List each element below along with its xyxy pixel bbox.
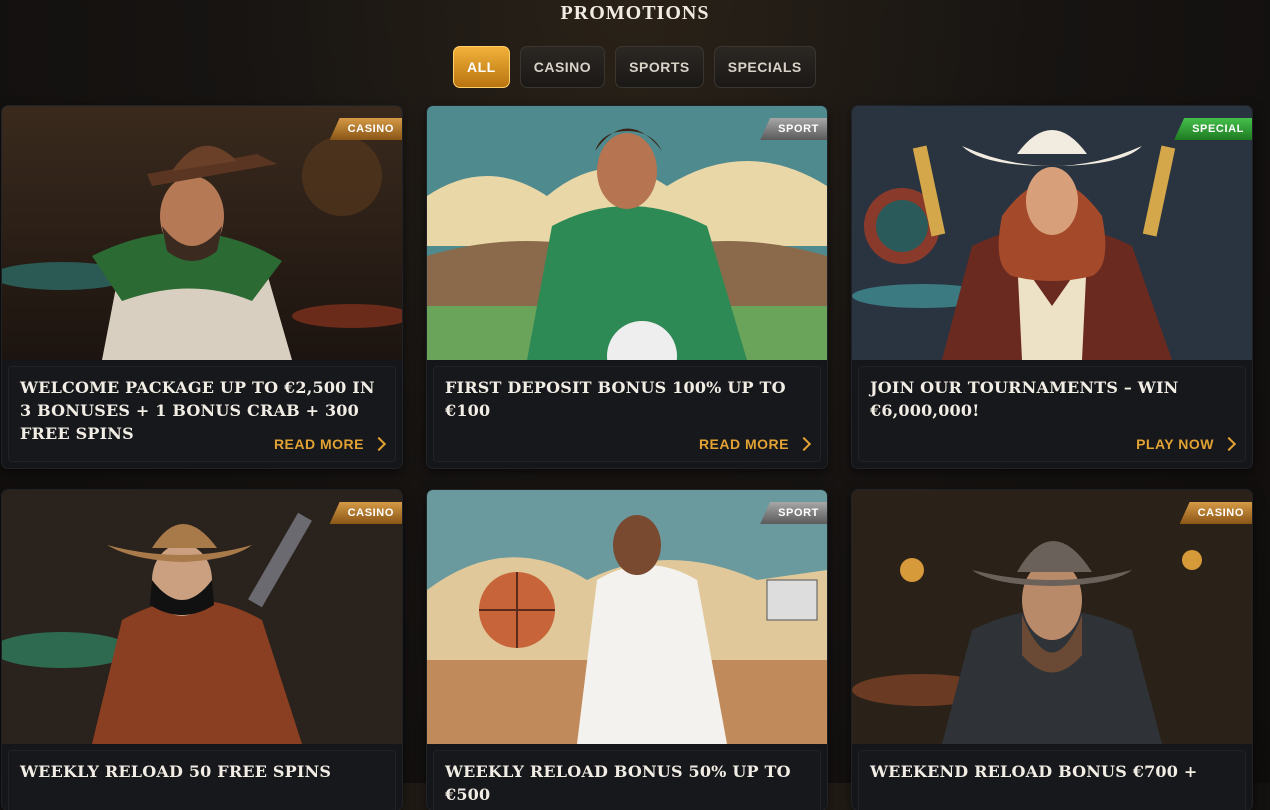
promotion-title: WEEKEND RELOAD BONUS €700 + <box>870 762 1198 781</box>
promotion-image-basketball: SPORT <box>427 490 827 744</box>
promotion-filters: ALL CASINO SPORTS SPECIALS <box>453 46 816 88</box>
chevron-right-icon <box>1221 436 1237 452</box>
promotion-title: WEEKLY RELOAD BONUS 50% UP TO €500 <box>445 762 791 804</box>
promotion-card-body: WEEKEND RELOAD BONUS €700 + <box>858 750 1246 810</box>
promotion-image-gunslinger: CASINO <box>852 490 1252 744</box>
promotion-card-body: WEEKLY RELOAD BONUS 50% UP TO €500 <box>433 750 821 810</box>
cta-label: READ MORE <box>698 436 789 452</box>
promotion-card-body: JOIN OUR TOURNAMENTS – WIN €6,000,000! P… <box>858 366 1246 462</box>
play-now-link[interactable]: PLAY NOW <box>1136 436 1237 452</box>
promotion-card[interactable]: CASINO WEEKEND RELOAD BONUS €700 + <box>852 490 1252 810</box>
casino-tag: CASINO <box>329 118 402 140</box>
sport-tag: SPORT <box>760 502 827 524</box>
casino-tag: CASINO <box>1179 502 1252 524</box>
promotion-card[interactable]: CASINO WELCOME PACKAGE UP TO €2,500 IN 3… <box>2 106 402 468</box>
casino-tag: CASINO <box>329 502 402 524</box>
filter-all-button[interactable]: ALL <box>453 46 510 88</box>
promotion-image-cowboy: CASINO <box>2 106 402 360</box>
promotion-card[interactable]: SPECIAL JOIN OUR TOURNAMENTS – WIN €6,00… <box>852 106 1252 468</box>
promotion-image-soccer: SPORT <box>427 106 827 360</box>
promotion-image-cowgirl: SPECIAL <box>852 106 1252 360</box>
promotion-card[interactable]: SPORT WEEKLY RELOAD BONUS 50% UP TO €500 <box>427 490 827 810</box>
promotion-card-body: FIRST DEPOSIT BONUS 100% UP TO €100 READ… <box>433 366 821 462</box>
promotion-card[interactable]: CASINO WEEKLY RELOAD 50 FREE SPINS <box>2 490 402 810</box>
promotion-title: FIRST DEPOSIT BONUS 100% UP TO €100 <box>445 378 786 420</box>
special-tag: SPECIAL <box>1174 118 1252 140</box>
filter-sports-button[interactable]: SPORTS <box>615 46 704 88</box>
sport-tag: SPORT <box>760 118 827 140</box>
read-more-link[interactable]: READ MORE <box>273 436 387 452</box>
chevron-right-icon <box>371 436 387 452</box>
promotion-title: JOIN OUR TOURNAMENTS – WIN €6,000,000! <box>870 378 1179 420</box>
page-title: PROMOTIONS <box>560 2 710 24</box>
chevron-right-icon <box>796 436 812 452</box>
promotion-card[interactable]: SPORT FIRST DEPOSIT BONUS 100% UP TO €10… <box>427 106 827 468</box>
filter-casino-button[interactable]: CASINO <box>519 46 606 88</box>
promotion-card-body: WEEKLY RELOAD 50 FREE SPINS <box>8 750 396 810</box>
promotion-title: WEEKLY RELOAD 50 FREE SPINS <box>20 762 332 781</box>
filter-specials-button[interactable]: SPECIALS <box>713 46 816 88</box>
read-more-link[interactable]: READ MORE <box>698 436 812 452</box>
promotion-title: WELCOME PACKAGE UP TO €2,500 IN 3 BONUSE… <box>20 378 375 443</box>
promotion-card-body: WELCOME PACKAGE UP TO €2,500 IN 3 BONUSE… <box>8 366 396 462</box>
promotion-image-outlaw: CASINO <box>2 490 402 744</box>
cta-label: READ MORE <box>273 436 364 452</box>
cta-label: PLAY NOW <box>1136 436 1214 452</box>
